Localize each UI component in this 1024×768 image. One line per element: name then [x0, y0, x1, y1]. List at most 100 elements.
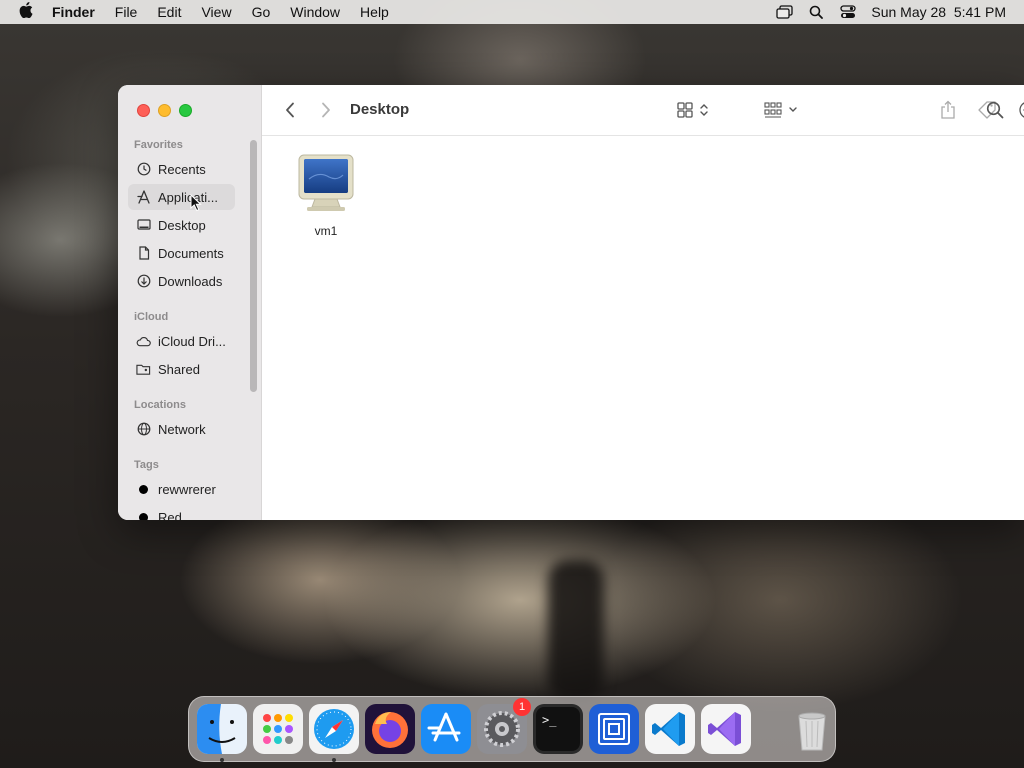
finder-window: Favorites Recents Applicati... Desktop D…	[118, 85, 1024, 520]
file-name: vm1	[314, 224, 338, 238]
sidebar-item-label: Applicati...	[158, 189, 218, 205]
forward-button[interactable]	[316, 98, 336, 122]
window-title: Desktop	[350, 101, 410, 118]
search-icon	[986, 101, 1004, 119]
menu-app-name[interactable]: Finder	[52, 4, 105, 20]
vscode-icon	[645, 704, 695, 754]
chevron-right-icon	[322, 102, 330, 118]
sidebar-item-shared[interactable]: Shared	[128, 356, 235, 382]
wallpaper-detail	[548, 560, 604, 700]
document-icon	[136, 246, 151, 261]
sidebar-header-favorites: Favorites	[134, 139, 183, 151]
clock-icon	[136, 162, 151, 177]
app-store-icon	[421, 704, 471, 754]
sidebar-header-icloud: iCloud	[134, 311, 169, 323]
firefox-icon	[365, 704, 415, 754]
screen-mirroring-icon[interactable]	[775, 3, 793, 21]
toolbar: Desktop	[262, 85, 1024, 136]
menu-edit[interactable]: Edit	[147, 4, 191, 20]
terminal-icon: >_	[533, 704, 583, 754]
back-button[interactable]	[280, 98, 300, 122]
sidebar-item-tag-red[interactable]: Red	[128, 504, 235, 520]
file-browser-area[interactable]: vm1	[262, 137, 1024, 520]
sidebar-item-desktop[interactable]: Desktop	[128, 212, 235, 238]
terminal-prompt: >_	[542, 713, 557, 727]
sidebar-item-downloads[interactable]: Downloads	[128, 268, 235, 294]
tag-color-dot	[139, 484, 148, 494]
sidebar-item-label: Documents	[158, 245, 224, 261]
menu-window[interactable]: Window	[280, 4, 350, 20]
sidebar-item-tag-rewwrerer[interactable]: rewwrerer	[128, 476, 235, 502]
dock-finder[interactable]	[197, 704, 247, 762]
desktop-icon	[136, 218, 151, 233]
menu-view[interactable]: View	[191, 4, 241, 20]
sidebar-item-label: rewwrerer	[158, 481, 216, 497]
icon-grid-view-icon	[677, 102, 708, 118]
group-button[interactable]	[764, 98, 804, 122]
sidebar-header-locations: Locations	[134, 399, 186, 411]
menu-help[interactable]: Help	[350, 4, 399, 20]
control-center-icon[interactable]	[839, 3, 857, 21]
sidebar-item-label: iCloud Dri...	[158, 333, 226, 349]
group-grid-icon	[764, 102, 797, 118]
sidebar-scrollbar[interactable]	[250, 140, 257, 392]
window-controls	[137, 104, 192, 117]
menu-go[interactable]: Go	[242, 4, 281, 20]
dock-vscode[interactable]	[645, 704, 695, 754]
cloud-icon	[136, 334, 151, 349]
visual-studio-icon	[701, 704, 751, 754]
dock-terminal[interactable]: >_	[533, 704, 583, 754]
sidebar-item-label: Desktop	[158, 217, 206, 233]
view-mode-button[interactable]	[676, 98, 716, 122]
dock-firefox[interactable]	[365, 704, 415, 754]
finder-icon	[197, 704, 247, 754]
sidebar-item-label: Shared	[158, 361, 200, 377]
sidebar-item-documents[interactable]: Documents	[128, 240, 235, 266]
close-button[interactable]	[137, 104, 150, 117]
spotlight-search-icon[interactable]	[807, 3, 825, 21]
chevron-left-icon	[286, 102, 294, 118]
dock-visual-studio[interactable]	[701, 704, 751, 754]
sidebar: Favorites Recents Applicati... Desktop D…	[118, 85, 262, 520]
more-actions-button[interactable]	[1018, 98, 1024, 122]
safari-icon	[309, 704, 359, 754]
dock-app-store[interactable]	[421, 704, 471, 754]
sidebar-item-label: Recents	[158, 161, 206, 177]
download-icon	[136, 274, 151, 289]
sidebar-item-recents[interactable]: Recents	[128, 156, 235, 182]
dock-launchpad[interactable]	[253, 704, 303, 754]
minimize-button[interactable]	[158, 104, 171, 117]
sidebar-item-label: Downloads	[158, 273, 223, 289]
running-indicator	[332, 758, 336, 762]
apple-menu-icon[interactable]	[0, 1, 52, 23]
sidebar-item-label: Network	[158, 421, 206, 437]
menu-file[interactable]: File	[105, 4, 148, 20]
globe-icon	[136, 422, 151, 437]
dock-system-settings[interactable]: 1	[477, 698, 531, 754]
shared-folder-icon	[136, 362, 151, 377]
sidebar-item-applications[interactable]: Applicati...	[128, 184, 235, 210]
running-indicator	[220, 758, 224, 762]
sidebar-item-icloud-drive[interactable]: iCloud Dri...	[128, 328, 235, 354]
dock-safari[interactable]	[309, 704, 359, 762]
notification-badge: 1	[513, 698, 531, 716]
dock: 1 >_	[188, 696, 836, 762]
trash-icon	[798, 712, 826, 751]
ellipsis-circle-icon	[1019, 102, 1024, 118]
menubar-clock[interactable]: Sun May 28 5:41 PM	[871, 4, 1006, 20]
tag-color-dot	[139, 512, 148, 520]
dock-remote-desktop[interactable]	[589, 704, 639, 754]
dock-trash[interactable]	[787, 704, 837, 754]
applications-icon	[136, 190, 151, 205]
menu-bar: Finder File Edit View Go Window Help Sun…	[0, 0, 1024, 24]
search-button[interactable]	[984, 98, 1006, 122]
share-button[interactable]	[938, 98, 958, 122]
sidebar-item-network[interactable]: Network	[128, 416, 235, 442]
monitor-icon	[296, 153, 356, 218]
launchpad-icon	[253, 704, 303, 754]
zoom-button[interactable]	[179, 104, 192, 117]
file-item[interactable]: vm1	[296, 153, 356, 238]
share-icon	[941, 100, 955, 119]
squares-icon	[589, 704, 639, 754]
sidebar-item-label: Red	[158, 509, 182, 521]
